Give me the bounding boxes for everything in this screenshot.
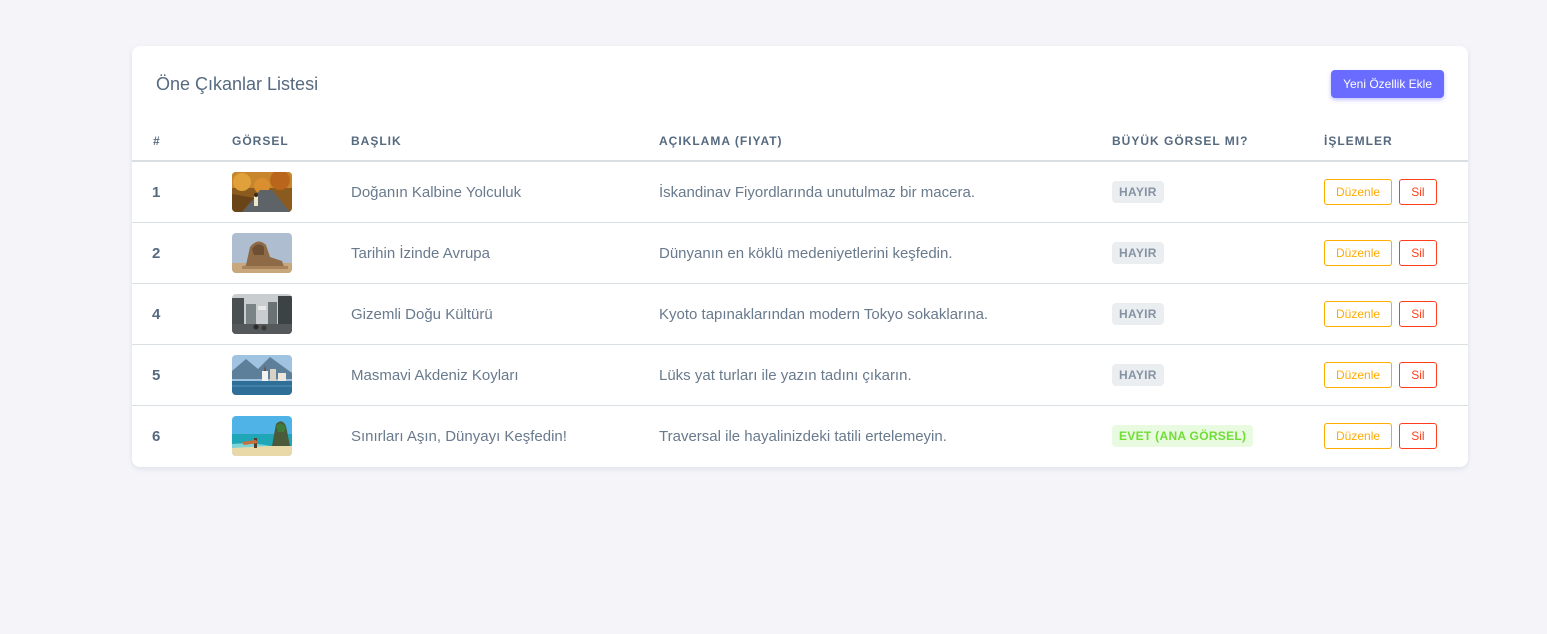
edit-button[interactable]: Düzenle <box>1324 179 1393 205</box>
delete-button[interactable]: Sil <box>1399 423 1437 449</box>
column-header-id: # <box>132 122 232 162</box>
image-cell <box>232 344 351 406</box>
big-image-cell: HAYIR <box>1112 344 1324 406</box>
image-cell <box>232 222 351 284</box>
row-title: Doğanın Kalbine Yolculuk <box>351 161 659 223</box>
row-id: 4 <box>132 283 232 345</box>
table-row: 4 Gizemli Doğu Kültürü Kyoto tapınakları… <box>132 283 1468 345</box>
row-title: Tarihin İzinde Avrupa <box>351 222 659 284</box>
big-image-badge: HAYIR <box>1112 303 1164 325</box>
row-id: 5 <box>132 344 232 406</box>
row-id: 1 <box>132 161 232 223</box>
delete-button[interactable]: Sil <box>1399 362 1437 388</box>
row-title: Sınırları Aşın, Dünyayı Keşfedin! <box>351 427 567 445</box>
column-header-description: AÇIKLAMA (FIYAT) <box>659 122 1112 162</box>
image-cell <box>232 406 351 467</box>
column-header-big-image: BÜYÜK GÖRSEL MI? <box>1112 122 1324 162</box>
row-id: 2 <box>132 222 232 284</box>
table-row: 1 Doğanın Kalbine Yolculuk İskandinav Fi… <box>132 161 1468 223</box>
sphinx-thumbnail <box>232 233 292 273</box>
big-image-badge: EVET (ANA GÖRSEL) <box>1112 425 1254 447</box>
tropical-beach-thumbnail <box>232 416 292 456</box>
city-street-thumbnail <box>232 294 292 334</box>
add-feature-button[interactable]: Yeni Özellik Ekle <box>1331 70 1444 98</box>
edit-button[interactable]: Düzenle <box>1324 240 1393 266</box>
edit-button[interactable]: Düzenle <box>1324 423 1393 449</box>
autumn-road-thumbnail <box>232 172 292 212</box>
actions-cell: Düzenle Sil <box>1324 222 1468 284</box>
big-image-badge: HAYIR <box>1112 364 1164 386</box>
card-title: Öne Çıkanlar Listesi <box>156 74 319 94</box>
row-id: 6 <box>152 427 161 445</box>
big-image-badge: HAYIR <box>1112 181 1164 203</box>
delete-button[interactable]: Sil <box>1399 301 1437 327</box>
edit-button[interactable]: Düzenle <box>1324 362 1393 388</box>
card-header: Öne Çıkanlar Listesi Yeni Özellik Ekle <box>132 46 1468 122</box>
column-header-title: BAŞLIK <box>351 122 659 162</box>
delete-button[interactable]: Sil <box>1399 240 1437 266</box>
lakeside-town-thumbnail <box>232 355 292 395</box>
table-row: 6 Sınırları Aşın, Dünyayı Keşfedin! Trav… <box>132 406 1468 467</box>
row-description: Dünyanın en köklü medeniyetlerini keşfed… <box>659 222 1112 284</box>
image-cell <box>232 283 351 345</box>
row-title: Gizemli Doğu Kültürü <box>351 283 659 345</box>
actions-cell: Düzenle Sil <box>1324 161 1468 223</box>
edit-button[interactable]: Düzenle <box>1324 301 1393 327</box>
big-image-badge: HAYIR <box>1112 242 1164 264</box>
big-image-cell: HAYIR <box>1112 161 1324 223</box>
big-image-cell: HAYIR <box>1112 222 1324 284</box>
actions-cell: Düzenle Sil <box>1324 406 1468 467</box>
actions-cell: Düzenle Sil <box>1324 283 1468 345</box>
row-description: Lüks yat turları ile yazın tadını çıkarı… <box>659 344 1112 406</box>
big-image-cell: EVET (ANA GÖRSEL) <box>1112 406 1324 467</box>
column-header-image: GÖRSEL <box>232 122 351 162</box>
big-image-cell: HAYIR <box>1112 283 1324 345</box>
table-row: 5 Masmavi Akdeniz Koyları Lüks yat turla… <box>132 344 1468 406</box>
column-header-actions: İŞLEMLER <box>1324 122 1468 162</box>
actions-cell: Düzenle Sil <box>1324 344 1468 406</box>
row-title: Masmavi Akdeniz Koyları <box>351 344 659 406</box>
features-table: # GÖRSEL BAŞLIK AÇIKLAMA (FIYAT) BÜYÜK G… <box>132 122 1468 466</box>
features-card: Öne Çıkanlar Listesi Yeni Özellik Ekle #… <box>132 46 1468 467</box>
row-description: Traversal ile hayalinizdeki tatili ertel… <box>659 427 947 445</box>
image-cell <box>232 161 351 223</box>
row-description: Kyoto tapınaklarından modern Tokyo sokak… <box>659 283 1112 345</box>
row-description: İskandinav Fiyordlarında unutulmaz bir m… <box>659 161 1112 223</box>
table-row: 2 Tarihin İzinde Avrupa Dünyanın en kökl… <box>132 222 1468 284</box>
delete-button[interactable]: Sil <box>1399 179 1437 205</box>
table-header-row: # GÖRSEL BAŞLIK AÇIKLAMA (FIYAT) BÜYÜK G… <box>132 122 1468 162</box>
